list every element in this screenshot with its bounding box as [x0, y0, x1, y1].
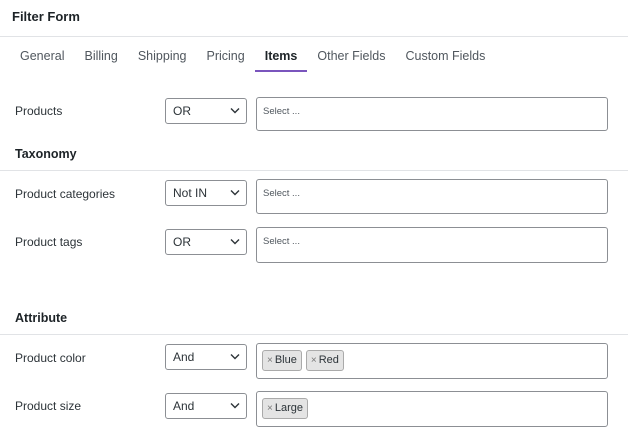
- products-placeholder: Select ...: [263, 106, 300, 117]
- chevron-down-icon: [230, 239, 240, 245]
- chevron-down-icon: [230, 403, 240, 409]
- product-color-operator-select[interactable]: And: [165, 344, 247, 370]
- product-size-operator-value: And: [173, 399, 195, 413]
- selected-tag: × Large: [262, 398, 308, 419]
- product-categories-operator-select[interactable]: Not IN: [165, 180, 247, 206]
- products-operator-value: OR: [173, 104, 191, 118]
- product-tags-multiselect[interactable]: Select ...: [256, 227, 608, 263]
- tab-other-fields[interactable]: Other Fields: [307, 47, 395, 72]
- product-color-operator-value: And: [173, 350, 195, 364]
- close-icon[interactable]: ×: [311, 351, 317, 370]
- product-color-multiselect[interactable]: × Blue × Red: [256, 343, 608, 379]
- taxonomy-heading: Taxonomy: [15, 147, 77, 161]
- product-tags-operator-value: OR: [173, 235, 191, 249]
- attribute-heading: Attribute: [15, 311, 68, 325]
- product-color-tags: × Blue × Red: [262, 350, 344, 371]
- attribute-divider: [0, 334, 628, 335]
- product-categories-placeholder: Select ...: [263, 188, 300, 199]
- selected-tag: × Blue: [262, 350, 302, 371]
- tab-general[interactable]: General: [10, 47, 74, 72]
- tag-label: Red: [318, 354, 339, 366]
- chevron-down-icon: [230, 190, 240, 196]
- tag-label: Blue: [274, 354, 297, 366]
- chevron-down-icon: [230, 354, 240, 360]
- close-icon[interactable]: ×: [267, 399, 273, 418]
- tab-custom-fields[interactable]: Custom Fields: [395, 47, 495, 72]
- product-size-label: Product size: [15, 399, 82, 413]
- product-tags-operator-select[interactable]: OR: [165, 229, 247, 255]
- taxonomy-divider: [0, 170, 628, 171]
- tab-pricing[interactable]: Pricing: [197, 47, 255, 72]
- product-categories-label: Product categories: [15, 187, 116, 201]
- tab-shipping[interactable]: Shipping: [128, 47, 197, 72]
- tab-items[interactable]: Items: [254, 47, 308, 72]
- chevron-down-icon: [230, 108, 240, 114]
- product-tags-placeholder: Select ...: [263, 236, 300, 247]
- products-label: Products: [15, 104, 63, 118]
- products-operator-select[interactable]: OR: [165, 98, 247, 124]
- page-title: Filter Form: [12, 9, 80, 24]
- header-divider: [0, 36, 628, 37]
- product-categories-multiselect[interactable]: Select ...: [256, 179, 608, 214]
- product-categories-operator-value: Not IN: [173, 186, 208, 200]
- product-size-multiselect[interactable]: × Large: [256, 391, 608, 427]
- product-size-operator-select[interactable]: And: [165, 393, 247, 419]
- products-multiselect[interactable]: Select ...: [256, 97, 608, 131]
- product-size-tags: × Large: [262, 398, 308, 419]
- tab-bar: General Billing Shipping Pricing Items O…: [10, 47, 495, 72]
- product-tags-label: Product tags: [15, 235, 83, 249]
- tag-label: Large: [274, 402, 303, 414]
- close-icon[interactable]: ×: [267, 351, 273, 370]
- product-color-label: Product color: [15, 351, 86, 365]
- tab-billing[interactable]: Billing: [74, 47, 127, 72]
- selected-tag: × Red: [305, 350, 344, 371]
